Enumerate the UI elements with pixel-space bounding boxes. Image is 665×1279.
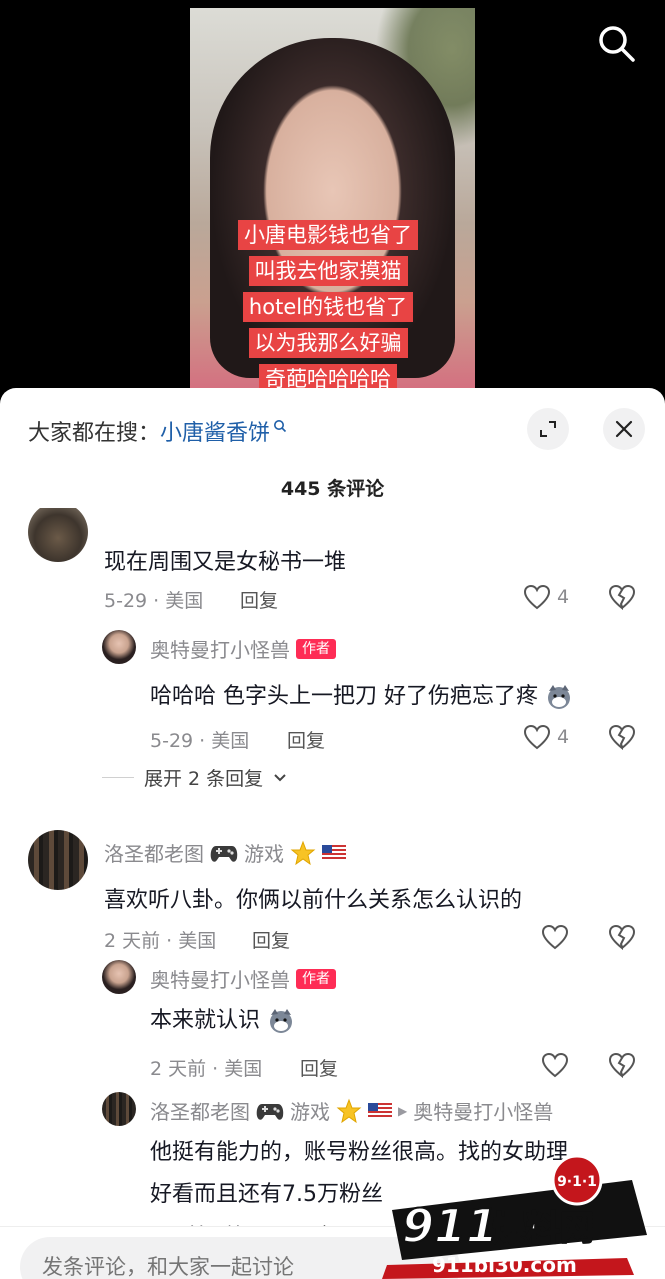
gamepad-emoji-icon [210,845,238,862]
search-icon [599,26,635,62]
caption-line: 叫我去他家摸猫 [248,256,408,286]
comment-meta: 2 天前 · 美国 [104,930,217,952]
like-count: 4 [557,726,570,748]
broken-heart-icon [608,584,636,611]
comment-text-content: 本来就认识 [150,1008,261,1033]
username-text: 洛圣都老图 [104,842,204,866]
expand-replies-label: 展开 2 条回复 [144,768,264,790]
star-emoji-icon [290,840,316,865]
username-text: 奥特曼打小怪兽 [150,968,290,992]
watermark-url: 911bl30.com [432,1253,577,1277]
username[interactable]: 洛圣都老图 游戏 [104,838,346,867]
broken-heart-icon [608,1052,636,1079]
broken-heart-icon [608,924,636,951]
comment-text-content: 哈哈哈 色字头上一把刀 好了伤疤忘了疼 [150,684,538,709]
trending-search[interactable]: 大家都在搜： 小唐酱香饼 [28,415,287,447]
expand-icon [540,421,556,437]
expand-replies-button[interactable]: 展开 2 条回复 [102,764,287,791]
dislike-button[interactable] [608,1052,636,1082]
comment-text: 喜欢听八卦。你俩以前什么关系怎么认识的 [104,888,523,913]
reply-arrow-icon: ▶ [398,1103,408,1118]
dislike-button[interactable] [608,724,636,754]
heart-icon [541,1052,569,1078]
comment-meta: 5-29 · 美国 [104,590,204,612]
video-player[interactable]: 小唐电影钱也省了 叫我去他家摸猫 hotel的钱也省了 以为我那么好骗 奇葩哈哈… [0,0,665,400]
like-count: 4 [557,586,570,608]
watermark-brand-text: 爆料网 [492,1209,594,1249]
comment-text: 现在周围又是女秘书一堆 [104,550,347,575]
sheet-header: 大家都在搜： 小唐酱香饼 445 条评论 [0,388,665,508]
dislike-button[interactable] [608,584,636,614]
chevron-down-icon [274,773,286,781]
username[interactable]: 奥特曼打小怪兽 作者 [150,634,336,663]
caption-line: 以为我那么好骗 [248,328,408,358]
reply-button[interactable]: 回复 [252,926,290,953]
avatar[interactable] [102,1092,136,1126]
like-button[interactable]: 4 [523,584,569,610]
us-flag-icon [368,1102,392,1119]
comment-text: 好看而且还有7.5万粉丝 [150,1182,383,1207]
reply-to-username[interactable]: 奥特曼打小怪兽 [413,1096,553,1125]
video-caption: 小唐电影钱也省了 叫我去他家摸猫 hotel的钱也省了 以为我那么好骗 奇葩哈哈… [226,220,430,394]
star-emoji-icon [336,1098,362,1123]
username-text: 洛圣都老图 [150,1100,250,1124]
us-flag-icon [322,844,346,861]
close-sheet-button[interactable] [603,408,645,450]
caption-line: 小唐电影钱也省了 [238,220,418,250]
avatar[interactable] [28,508,88,562]
heart-icon [541,924,569,950]
username-text: 奥特曼打小怪兽 [150,638,290,662]
author-badge: 作者 [296,968,336,989]
caption-line: hotel的钱也省了 [242,292,414,322]
cat-emoji-icon [270,1009,293,1033]
reply-button[interactable]: 回复 [287,726,325,753]
cat-emoji-icon [548,685,570,709]
trending-search-keyword[interactable]: 小唐酱香饼 [160,415,270,447]
username-suffix: 游戏 [290,1100,330,1124]
like-button[interactable] [541,1052,569,1078]
watermark-logo: 9·1·1 911 爆料网 911bl30.com [382,1154,647,1279]
author-badge: 作者 [296,638,336,659]
small-search-icon [274,420,287,433]
username[interactable]: 奥特曼打小怪兽 作者 [150,964,336,993]
watermark-brand-num: 911 [402,1199,498,1253]
heart-icon [523,584,551,610]
gamepad-emoji-icon [256,1103,284,1120]
like-button[interactable]: 4 [523,724,569,750]
comment-list[interactable]: 现在周围又是女秘书一堆 5-29 · 美国 回复 4 奥特曼打小怪兽 作者 哈哈… [0,508,665,1233]
username-suffix: 游戏 [244,842,284,866]
divider [102,777,134,778]
watermark-badge: 9·1·1 [557,1174,597,1190]
reply-button[interactable]: 回复 [240,586,278,613]
search-button[interactable] [597,24,637,64]
avatar[interactable] [102,630,136,664]
comment-count: 445 条评论 [280,478,385,500]
broken-heart-icon [608,724,636,751]
comment-meta: 5-29 · 美国 [150,730,250,752]
heart-icon [523,724,551,750]
reply-button[interactable]: 回复 [300,1054,338,1081]
avatar[interactable] [102,960,136,994]
close-icon [615,420,633,438]
expand-sheet-button[interactable] [527,408,569,450]
username[interactable]: 洛圣都老图 游戏 ▶ 奥特曼打小怪兽 [150,1096,553,1125]
comment-meta: 2 天前 · 美国 [150,1058,263,1080]
dislike-button[interactable] [608,924,636,954]
avatar[interactable] [28,830,88,890]
like-button[interactable] [541,924,569,950]
comment-text: 本来就认识 [150,1002,295,1035]
trending-search-prefix: 大家都在搜： [28,421,161,446]
comment-text: 哈哈哈 色字头上一把刀 好了伤疤忘了疼 [150,678,573,711]
